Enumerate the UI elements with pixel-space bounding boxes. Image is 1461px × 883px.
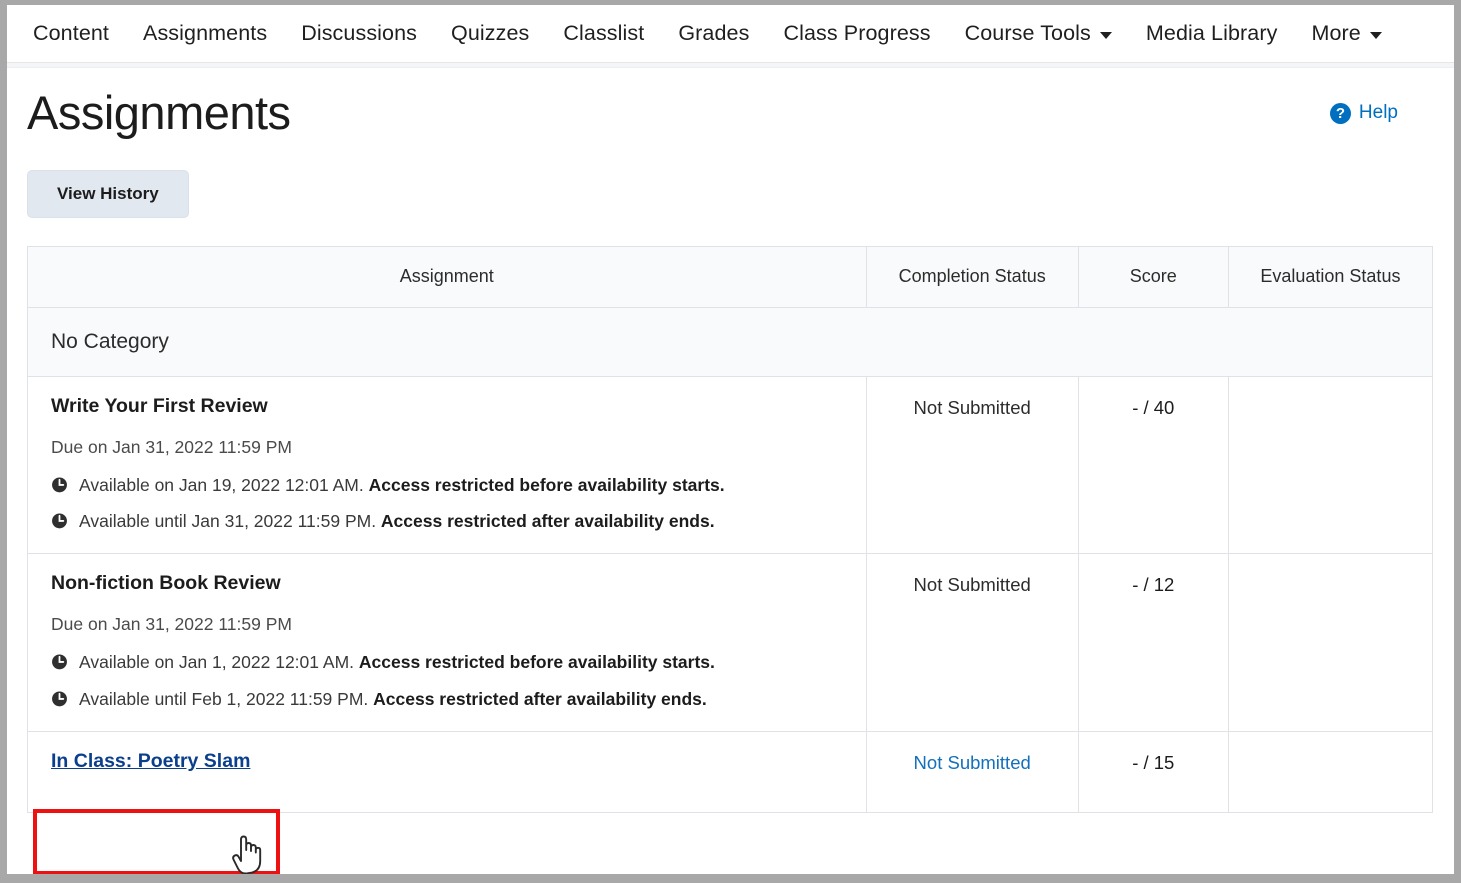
availability-text: Available until Feb 1, 2022 11:59 PM. Ac… (79, 688, 707, 711)
column-header-completion-status[interactable]: Completion Status (865, 246, 1079, 308)
clock-icon (51, 653, 68, 670)
nav-item-more[interactable]: More (1294, 20, 1398, 45)
course-navbar: Content Assignments Discussions Quizzes Clas… (7, 5, 1454, 63)
column-header-score[interactable]: Score (1077, 246, 1229, 308)
chevron-down-icon (1369, 32, 1382, 39)
assignment-title: In Class: Poetry Slam (51, 750, 866, 773)
assignment-due-date: Due on Jan 31, 2022 11:59 PM (51, 436, 292, 457)
nav-item-assignments[interactable]: Assignments (126, 20, 284, 45)
assignment-due-date: Due on Jan 31, 2022 11:59 PM (51, 614, 292, 635)
evaluation-status-cell (1227, 731, 1433, 813)
availability-date: Available on Jan 19, 2022 12:01 AM. (79, 474, 369, 495)
nav-item-label: Classlist (563, 20, 645, 45)
assignment-cell: Non-fiction Book Review Due on Jan 31, 20… (27, 553, 867, 732)
assignments-table: Assignment Completion Status Score Evalu… (27, 245, 1433, 813)
availability-restriction-note: Access restricted before availability st… (358, 652, 715, 673)
nav-item-grades[interactable]: Grades (661, 20, 766, 45)
score-cell: - / 40 (1077, 376, 1229, 555)
nav-item-label: Content (33, 20, 110, 45)
nav-item-label: Media Library (1145, 20, 1278, 45)
nav-item-discussions[interactable]: Discussions (284, 20, 434, 45)
availability-date: Available until Jan 31, 2022 11:59 PM. (79, 511, 381, 532)
category-row: No Category (27, 307, 1433, 377)
evaluation-status-cell (1227, 376, 1433, 555)
nav-item-classlist[interactable]: Classlist (546, 20, 661, 45)
help-link[interactable]: ? Help (1329, 102, 1398, 124)
completion-status-cell[interactable]: Not Submitted (865, 731, 1079, 813)
score-cell: - / 15 (1077, 731, 1229, 813)
assignment-title: Write Your First Review (51, 394, 268, 417)
nav-item-label: Class Progress (783, 20, 931, 45)
assignment-cell: In Class: Poetry Slam (27, 731, 867, 813)
pointing-hand-cursor (232, 835, 262, 874)
help-link-label: Help (1358, 102, 1398, 123)
nav-item-media-library[interactable]: Media Library (1129, 20, 1295, 45)
table-body: No Category Write Your First Review Due o… (27, 307, 1433, 813)
nav-item-course-tools[interactable]: Course Tools (948, 20, 1129, 45)
nav-item-label: Course Tools (964, 20, 1091, 45)
availability-restriction-note: Access restricted after availability end… (373, 688, 707, 709)
assignment-cell: Write Your First Review Due on Jan 31, 20… (27, 376, 867, 555)
clock-icon (51, 476, 68, 493)
completion-status-cell: Not Submitted (865, 376, 1079, 555)
completion-status-cell: Not Submitted (865, 553, 1079, 732)
table-header-row: Assignment Completion Status Score Evalu… (27, 246, 1433, 308)
clock-icon (51, 690, 68, 707)
availability-text: Available until Jan 31, 2022 11:59 PM. A… (79, 510, 715, 533)
availability-restriction-note: Access restricted before availability st… (368, 474, 725, 495)
nav-item-label: Grades (678, 20, 750, 45)
score-cell: - / 12 (1077, 553, 1229, 732)
view-history-button[interactable]: View History (27, 169, 189, 218)
nav-item-quizzes[interactable]: Quizzes (434, 20, 546, 45)
help-icon: ? (1329, 102, 1351, 124)
nav-item-label: Discussions (301, 20, 418, 45)
page-header-row: Assignments ? Help (19, 68, 1442, 139)
availability-line: Available on Jan 1, 2022 12:01 AM. Acces… (51, 651, 866, 674)
column-header-assignment[interactable]: Assignment (27, 246, 867, 308)
availability-text: Available on Jan 19, 2022 12:01 AM. Acce… (79, 474, 725, 497)
availability-restriction-note: Access restricted after availability end… (380, 511, 715, 532)
assignment-title: Non-fiction Book Review (51, 572, 281, 595)
column-header-evaluation-status[interactable]: Evaluation Status (1227, 246, 1433, 308)
evaluation-status-cell (1227, 553, 1433, 732)
table-header: Assignment Completion Status Score Evalu… (27, 246, 1433, 308)
nav-item-label: Quizzes (451, 20, 530, 45)
table-row: Non-fiction Book Review Due on Jan 31, 20… (27, 553, 1433, 732)
chevron-down-icon (1099, 32, 1112, 39)
nav-item-label: Assignments (143, 20, 268, 45)
table-row: In Class: Poetry Slam Not Submitted - / 15 (27, 731, 1433, 813)
availability-line: Available until Feb 1, 2022 11:59 PM. Ac… (51, 688, 866, 711)
nav-item-class-progress[interactable]: Class Progress (766, 20, 947, 45)
availability-line: Available until Jan 31, 2022 11:59 PM. A… (51, 510, 866, 533)
availability-date: Available on Jan 1, 2022 12:01 AM. (79, 652, 359, 673)
page-content: Assignments ? Help View History Assignme… (7, 68, 1454, 813)
availability-date: Available until Feb 1, 2022 11:59 PM. (79, 688, 374, 709)
browser-page-frame: Content Assignments Discussions Quizzes Clas… (0, 0, 1461, 883)
availability-text: Available on Jan 1, 2022 12:01 AM. Acces… (79, 651, 715, 674)
availability-line: Available on Jan 19, 2022 12:01 AM. Acce… (51, 474, 866, 497)
nav-item-content[interactable]: Content (16, 20, 126, 45)
assignment-link[interactable]: In Class: Poetry Slam (51, 750, 250, 772)
nav-item-label: More (1311, 20, 1361, 45)
highlight-annotation-box (33, 809, 280, 874)
page-title: Assignments (27, 86, 291, 139)
table-row: Write Your First Review Due on Jan 31, 20… (27, 376, 1433, 555)
category-label: No Category (27, 307, 1433, 377)
clock-icon (51, 512, 68, 529)
